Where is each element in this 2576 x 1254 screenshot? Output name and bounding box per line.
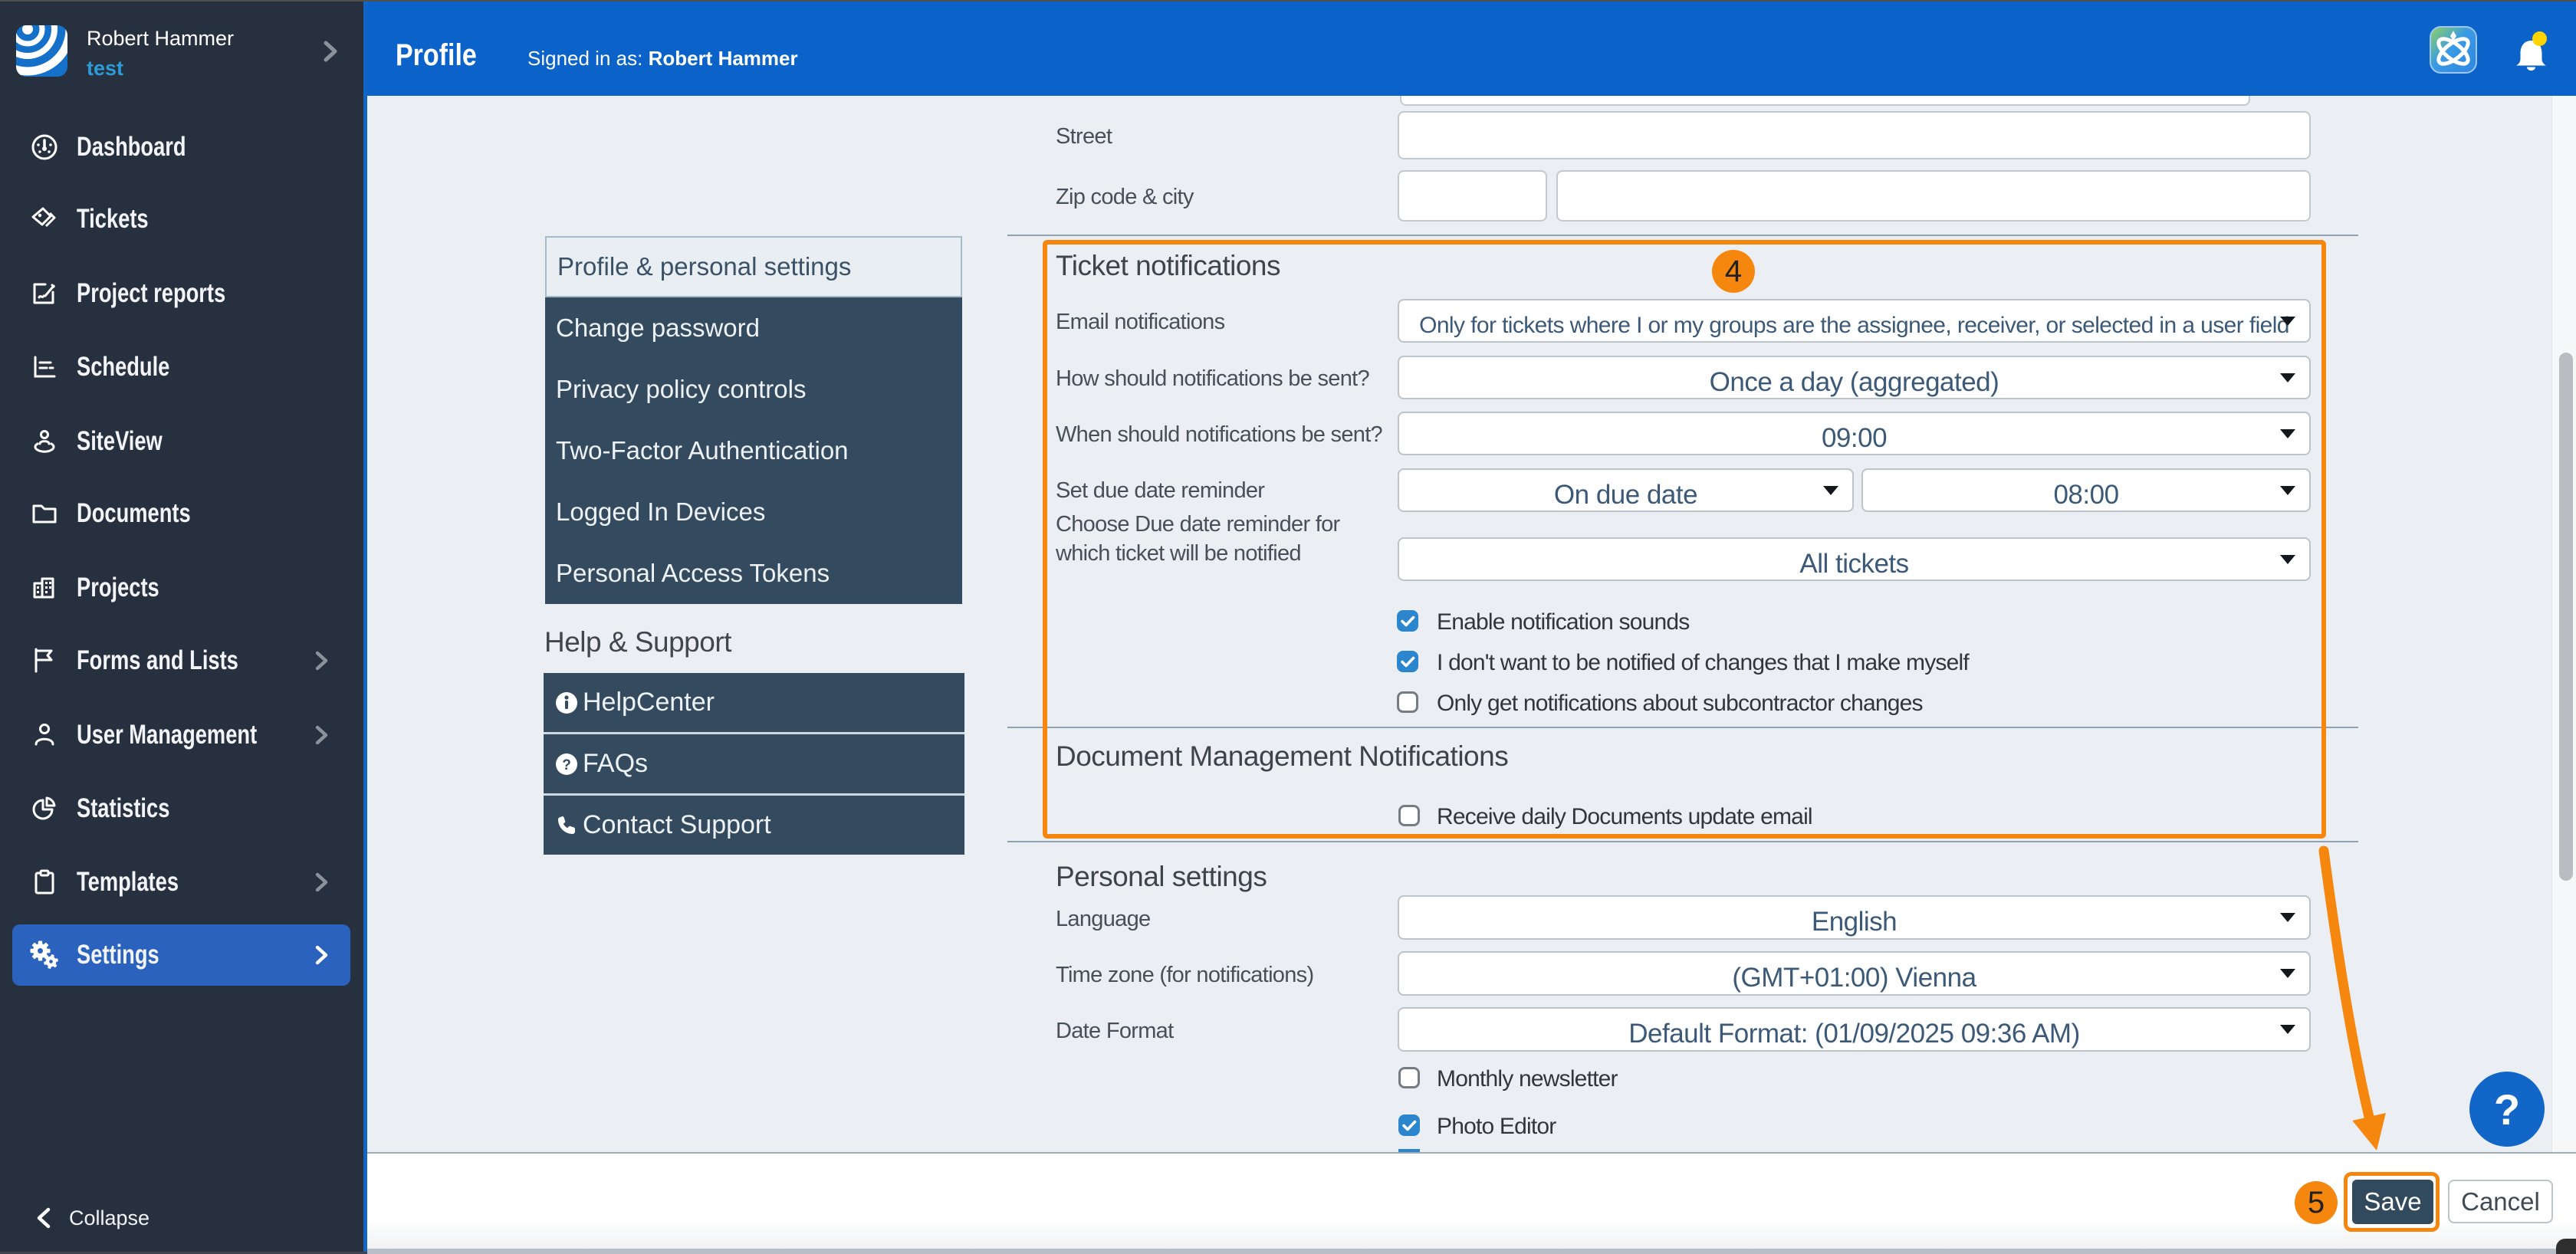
svg-text:?: ? [562, 757, 571, 773]
